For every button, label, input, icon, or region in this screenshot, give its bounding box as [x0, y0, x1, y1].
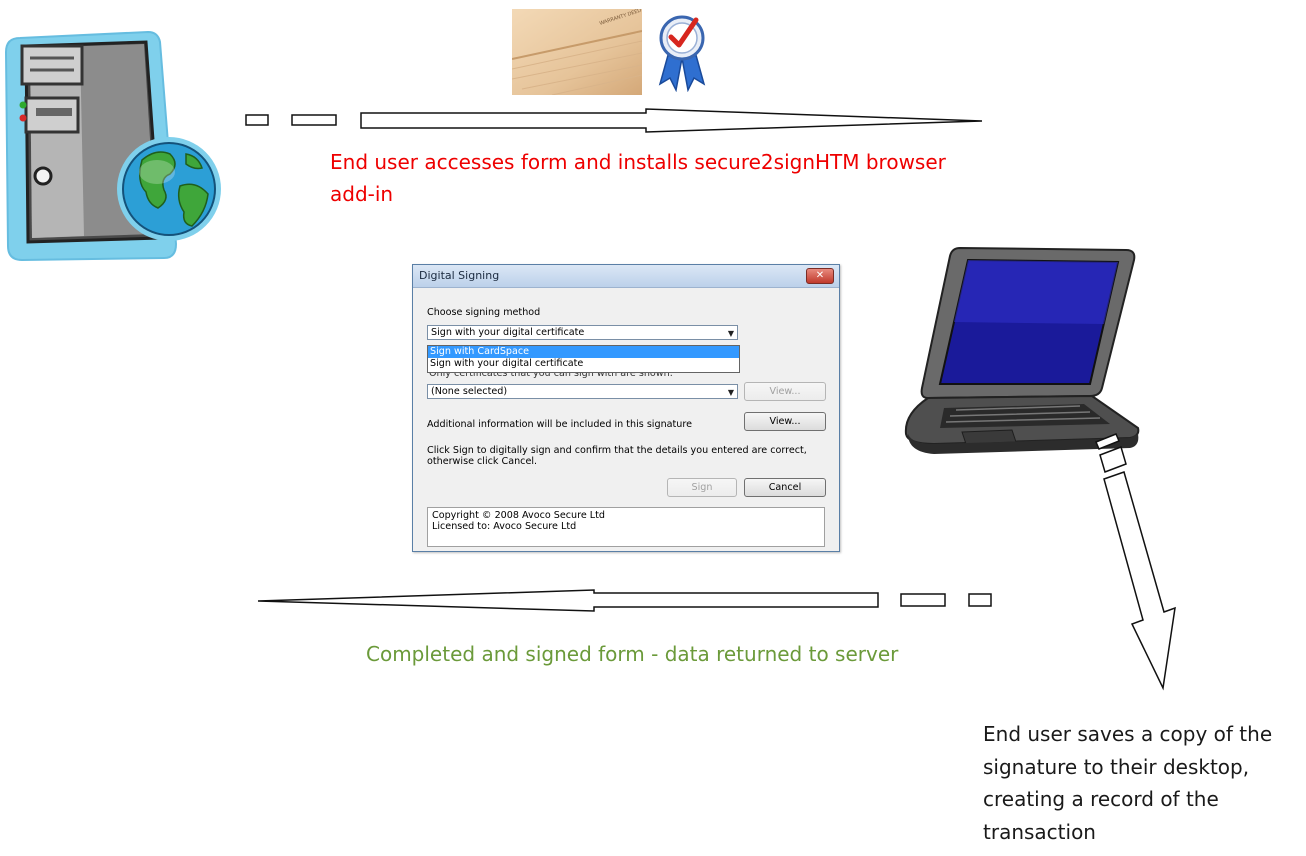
- view-certificate-button[interactable]: View...: [744, 382, 826, 401]
- arrow-dash: [291, 114, 337, 126]
- cancel-button[interactable]: Cancel: [744, 478, 826, 497]
- arrow-left: [257, 589, 879, 612]
- dialog-titlebar: Digital Signing ✕: [413, 265, 839, 288]
- arrow-dash: [968, 593, 992, 607]
- caption-data-returned: Completed and signed form - data returne…: [366, 642, 899, 666]
- close-icon[interactable]: ✕: [806, 268, 834, 284]
- choose-method-label: Choose signing method: [427, 307, 541, 318]
- signing-method-value: Sign with your digital certificate: [431, 327, 585, 338]
- dropdown-option-cardspace[interactable]: Sign with CardSpace: [428, 346, 739, 358]
- dialog-title: Digital Signing: [419, 269, 500, 282]
- signing-method-dropdown-list: Sign with CardSpace Sign with your digit…: [427, 345, 740, 373]
- arrow-dash: [900, 593, 946, 607]
- additional-info-label: Additional information will be included …: [427, 419, 693, 430]
- arrow-dash: [1099, 446, 1127, 473]
- caption-save-signature: End user saves a copy of the signature t…: [983, 722, 1273, 844]
- arrow-right: [360, 108, 983, 133]
- arrow-down: [1103, 471, 1176, 691]
- sign-button[interactable]: Sign: [667, 478, 737, 497]
- chevron-down-icon: ▼: [727, 388, 734, 397]
- view-additional-info-button[interactable]: View...: [744, 412, 826, 431]
- arrow-dash: [1095, 433, 1120, 450]
- licensed-text: Licensed to: Avoco Secure Ltd: [432, 521, 577, 532]
- certificate-select[interactable]: (None selected) ▼: [427, 384, 738, 399]
- certificate-value: (None selected): [431, 386, 508, 397]
- caption-install-addin: End user accesses form and installs secu…: [330, 150, 946, 206]
- instructions-text: Click Sign to digitally sign and confirm…: [427, 445, 807, 467]
- dialog-footer: Copyright © 2008 Avoco Secure Ltd Licens…: [427, 507, 825, 547]
- dropdown-option-digital-certificate[interactable]: Sign with your digital certificate: [428, 358, 739, 370]
- copyright-text: Copyright © 2008 Avoco Secure Ltd: [432, 510, 606, 521]
- arrow-dash: [245, 114, 269, 126]
- digital-signing-dialog: Digital Signing ✕ Choose signing method …: [412, 264, 840, 552]
- signing-method-select[interactable]: Sign with your digital certificate ▼: [427, 325, 738, 340]
- chevron-down-icon: ▼: [727, 329, 734, 338]
